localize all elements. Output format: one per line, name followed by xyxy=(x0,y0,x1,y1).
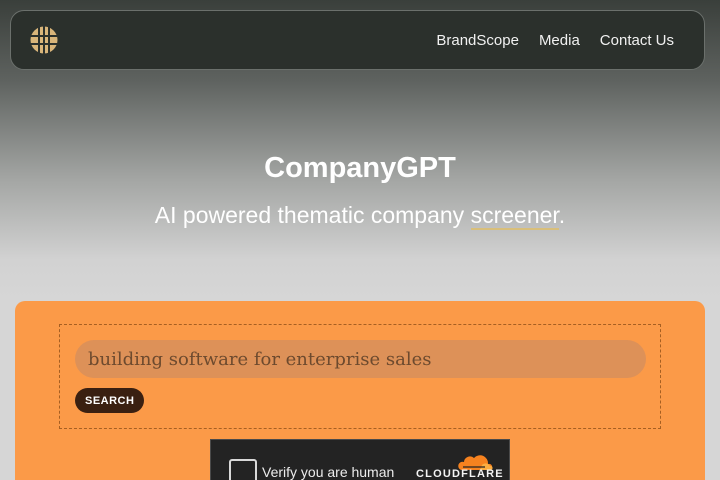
page-subtitle: AI powered thematic company screener. xyxy=(0,202,720,230)
captcha-label: Verify you are human xyxy=(262,464,395,480)
navbar: BrandScope Media Contact Us xyxy=(10,10,705,70)
subtitle-highlight: screener xyxy=(470,202,559,230)
search-button[interactable]: SEARCH xyxy=(75,388,145,413)
search-card: SEARCH Verify you are human CLOUDFLARE xyxy=(15,301,705,480)
nav-link-media[interactable]: Media xyxy=(539,32,580,49)
captcha-checkbox[interactable] xyxy=(229,459,257,480)
search-form: SEARCH xyxy=(59,324,661,429)
captcha-widget: Verify you are human CLOUDFLARE xyxy=(210,439,510,480)
nav-link-brandscope[interactable]: BrandScope xyxy=(436,32,519,49)
page-title: CompanyGPT xyxy=(264,152,456,184)
globe-icon[interactable] xyxy=(29,25,59,55)
subtitle-suffix: . xyxy=(558,202,566,228)
nav-links: BrandScope Media Contact Us xyxy=(436,32,674,49)
cloudflare-brand: CLOUDFLARE xyxy=(416,468,504,480)
subtitle-prefix: AI powered thematic company xyxy=(154,202,471,228)
nav-link-contact-us[interactable]: Contact Us xyxy=(600,32,674,49)
search-input[interactable] xyxy=(75,340,646,378)
